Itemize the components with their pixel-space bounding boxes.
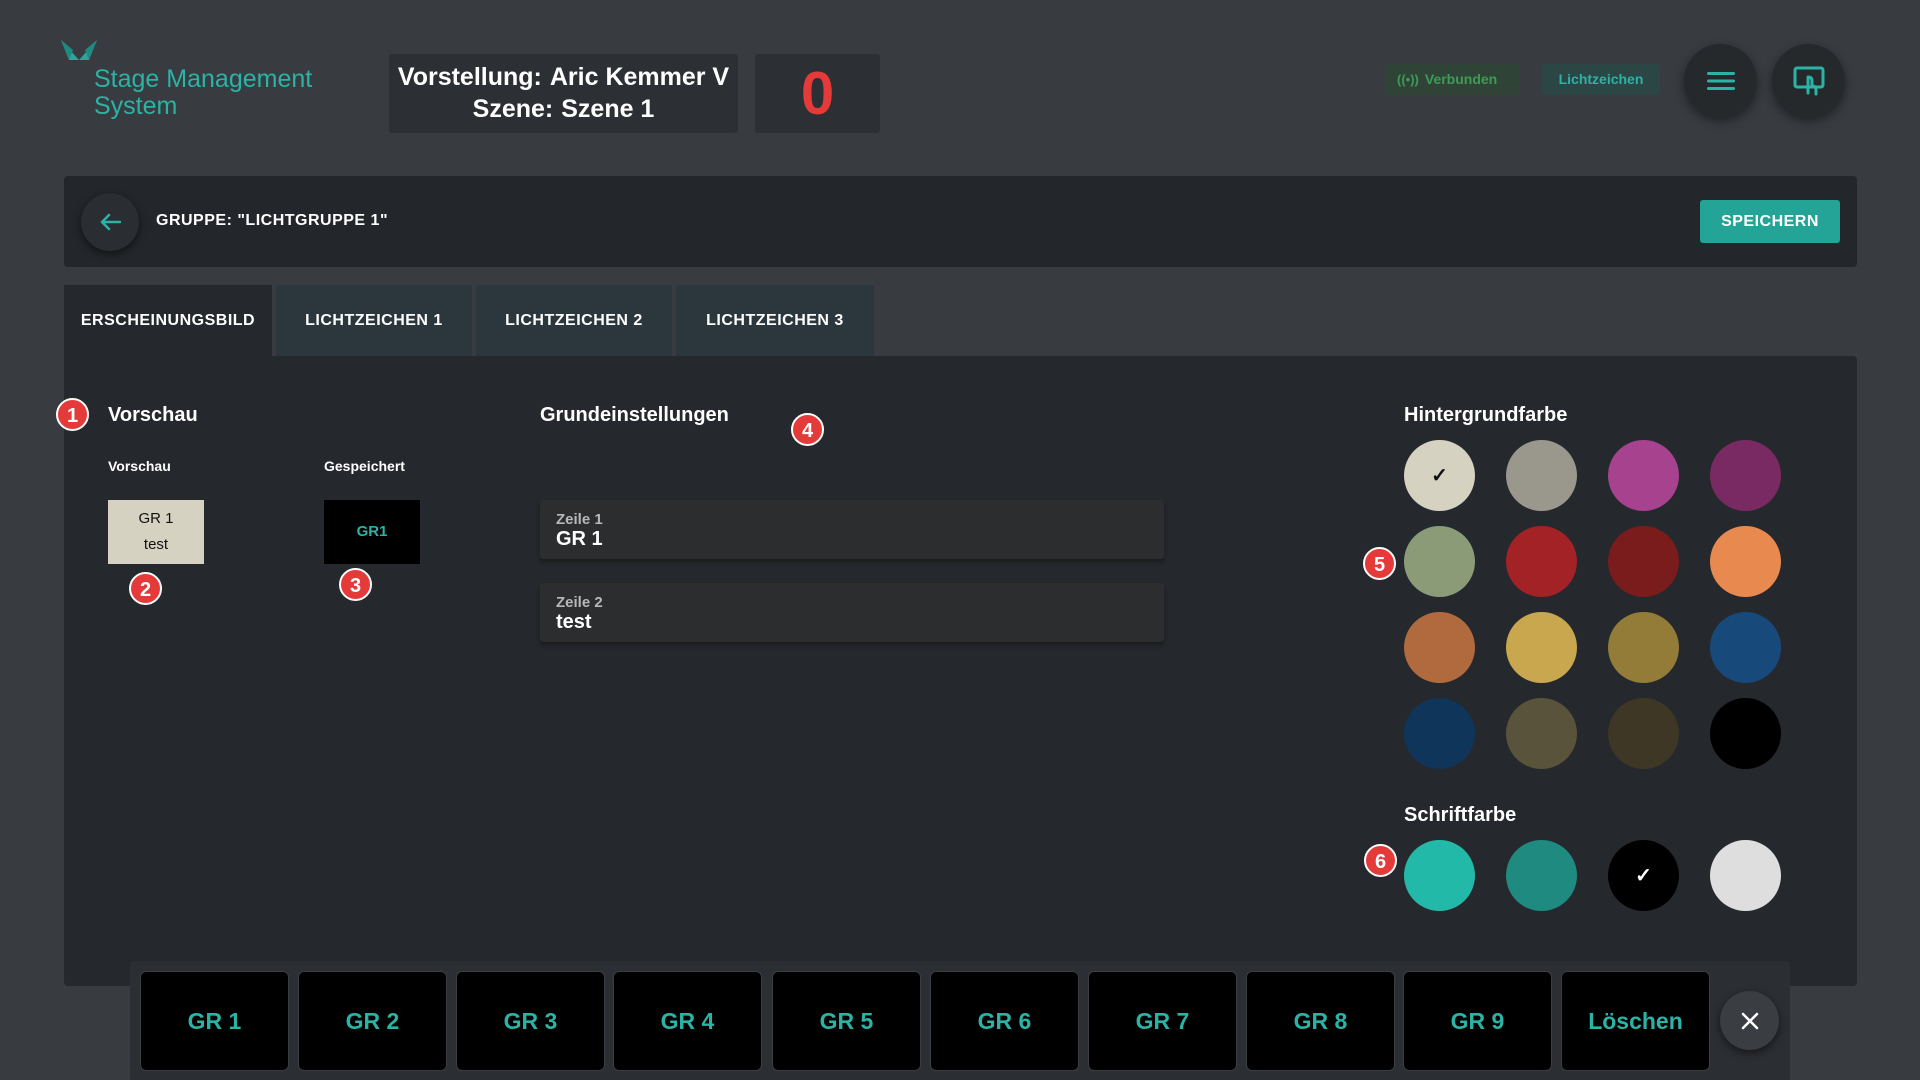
group-button-gr1[interactable]: GR 1: [141, 972, 288, 1070]
font-color-title: Schriftfarbe: [1404, 804, 1517, 826]
annotation-badge-4: 4: [791, 413, 824, 446]
group-button-gr5[interactable]: GR 5: [773, 972, 920, 1070]
group-header-bar: GRUPPE: "LICHTGRUPPE 1" SPEICHERN: [64, 176, 1857, 267]
back-button[interactable]: [81, 193, 139, 251]
annotation-badge-2: 2: [129, 572, 162, 605]
line1-label: Zeile 1: [556, 511, 603, 528]
touch-screen-icon: [1793, 66, 1824, 95]
save-button[interactable]: SPEICHERN: [1700, 200, 1840, 243]
close-icon: [1741, 1012, 1758, 1029]
show-value: Aric Kemmer V: [549, 63, 730, 91]
show-line: Vorstellung: Aric Kemmer V: [389, 61, 738, 93]
app-logo: Stage Management System: [59, 38, 349, 122]
app-name: Stage Management System: [94, 66, 312, 120]
scene-value: Szene 1: [561, 95, 655, 123]
group-button-gr8[interactable]: GR 8: [1247, 972, 1394, 1070]
saved-tile: GR1: [324, 500, 420, 564]
tab-erscheinungsbild[interactable]: ERSCHEINUNGSBILD: [64, 285, 272, 356]
group-selector-bar: GR 1 GR 2 GR 3 GR 4 GR 5 GR 6 GR 7 GR 8 …: [130, 961, 1790, 1080]
font-color-swatch[interactable]: [1710, 840, 1781, 911]
appearance-panel: [64, 356, 1857, 986]
tab-lichtzeichen-2[interactable]: LICHTZEICHEN 2: [476, 285, 672, 356]
background-color-swatch[interactable]: [1608, 612, 1679, 683]
group-button-gr4[interactable]: GR 4: [614, 972, 761, 1070]
delete-button[interactable]: Löschen: [1562, 972, 1709, 1070]
background-color-swatch[interactable]: [1506, 612, 1577, 683]
logo-mark-icon: [61, 40, 97, 60]
background-color-title: Hintergrundfarbe: [1404, 404, 1568, 426]
preview-tile: GR 1 test: [108, 500, 204, 564]
annotation-badge-5: 5: [1363, 547, 1396, 580]
saved-label: Gespeichert: [324, 458, 405, 474]
tab-lichtzeichen-1[interactable]: LICHTZEICHEN 1: [276, 285, 472, 356]
connection-status-label: Verbunden: [1424, 71, 1498, 87]
font-color-swatch[interactable]: ✓: [1608, 840, 1679, 911]
preview-section-title: Vorschau: [108, 404, 198, 426]
group-button-gr3[interactable]: GR 3: [457, 972, 604, 1070]
counter-display: 0: [755, 54, 880, 133]
broadcast-icon: ((•)): [1397, 72, 1419, 87]
background-color-swatch[interactable]: ✓: [1404, 440, 1475, 511]
close-button[interactable]: [1720, 991, 1779, 1050]
scene-line: Szene: Szene 1: [389, 93, 738, 125]
line2-value[interactable]: test: [556, 611, 592, 634]
background-color-swatch[interactable]: [1710, 440, 1781, 511]
line2-label: Zeile 2: [556, 594, 603, 611]
background-color-swatch[interactable]: [1404, 526, 1475, 597]
connection-status-chip: ((•)) Verbunden: [1385, 64, 1520, 95]
preview-label: Vorschau: [108, 458, 171, 474]
line1-field[interactable]: Zeile 1 GR 1: [540, 500, 1164, 559]
app-name-line1: Stage Management: [94, 65, 313, 93]
scene-label: Szene:: [472, 95, 554, 123]
font-color-swatch[interactable]: [1404, 840, 1475, 911]
mode-chip: Lichtzeichen: [1542, 64, 1660, 95]
line2-field[interactable]: Zeile 2 test: [540, 583, 1164, 642]
group-title: GRUPPE: "LICHTGRUPPE 1": [156, 212, 389, 229]
background-color-swatch[interactable]: [1710, 612, 1781, 683]
checkmark-icon: ✓: [1431, 465, 1448, 487]
annotation-badge-1: 1: [56, 398, 89, 431]
background-color-swatch[interactable]: [1710, 698, 1781, 769]
background-color-swatch[interactable]: [1506, 698, 1577, 769]
arrow-left-icon: [100, 213, 121, 231]
group-button-gr2[interactable]: GR 2: [299, 972, 446, 1070]
hamburger-icon: [1706, 71, 1735, 90]
background-color-swatch[interactable]: [1608, 698, 1679, 769]
show-label: Vorstellung:: [397, 63, 542, 91]
screen-control-button[interactable]: [1772, 44, 1845, 117]
group-button-gr7[interactable]: GR 7: [1089, 972, 1236, 1070]
background-color-swatch[interactable]: [1404, 698, 1475, 769]
menu-button[interactable]: [1684, 44, 1757, 117]
preview-line2: test: [143, 536, 169, 553]
line1-value[interactable]: GR 1: [556, 528, 603, 551]
tab-lichtzeichen-3[interactable]: LICHTZEICHEN 3: [676, 285, 874, 356]
annotation-badge-6: 6: [1364, 844, 1397, 877]
show-info-box: Vorstellung: Aric Kemmer V Szene: Szene 1: [389, 54, 738, 133]
checkmark-icon: ✓: [1635, 865, 1652, 887]
basic-settings-title: Grundeinstellungen: [540, 404, 729, 426]
group-button-gr6[interactable]: GR 6: [931, 972, 1078, 1070]
background-color-swatch[interactable]: [1710, 526, 1781, 597]
background-color-swatch[interactable]: [1404, 612, 1475, 683]
background-color-swatch[interactable]: [1506, 526, 1577, 597]
app-name-line2: System: [94, 92, 178, 120]
annotation-badge-3: 3: [339, 568, 372, 601]
background-color-swatch[interactable]: [1608, 440, 1679, 511]
preview-line1: GR 1: [138, 510, 174, 527]
background-color-swatch[interactable]: [1608, 526, 1679, 597]
background-color-swatch[interactable]: [1506, 440, 1577, 511]
font-color-swatch[interactable]: [1506, 840, 1577, 911]
group-button-gr9[interactable]: GR 9: [1404, 972, 1551, 1070]
